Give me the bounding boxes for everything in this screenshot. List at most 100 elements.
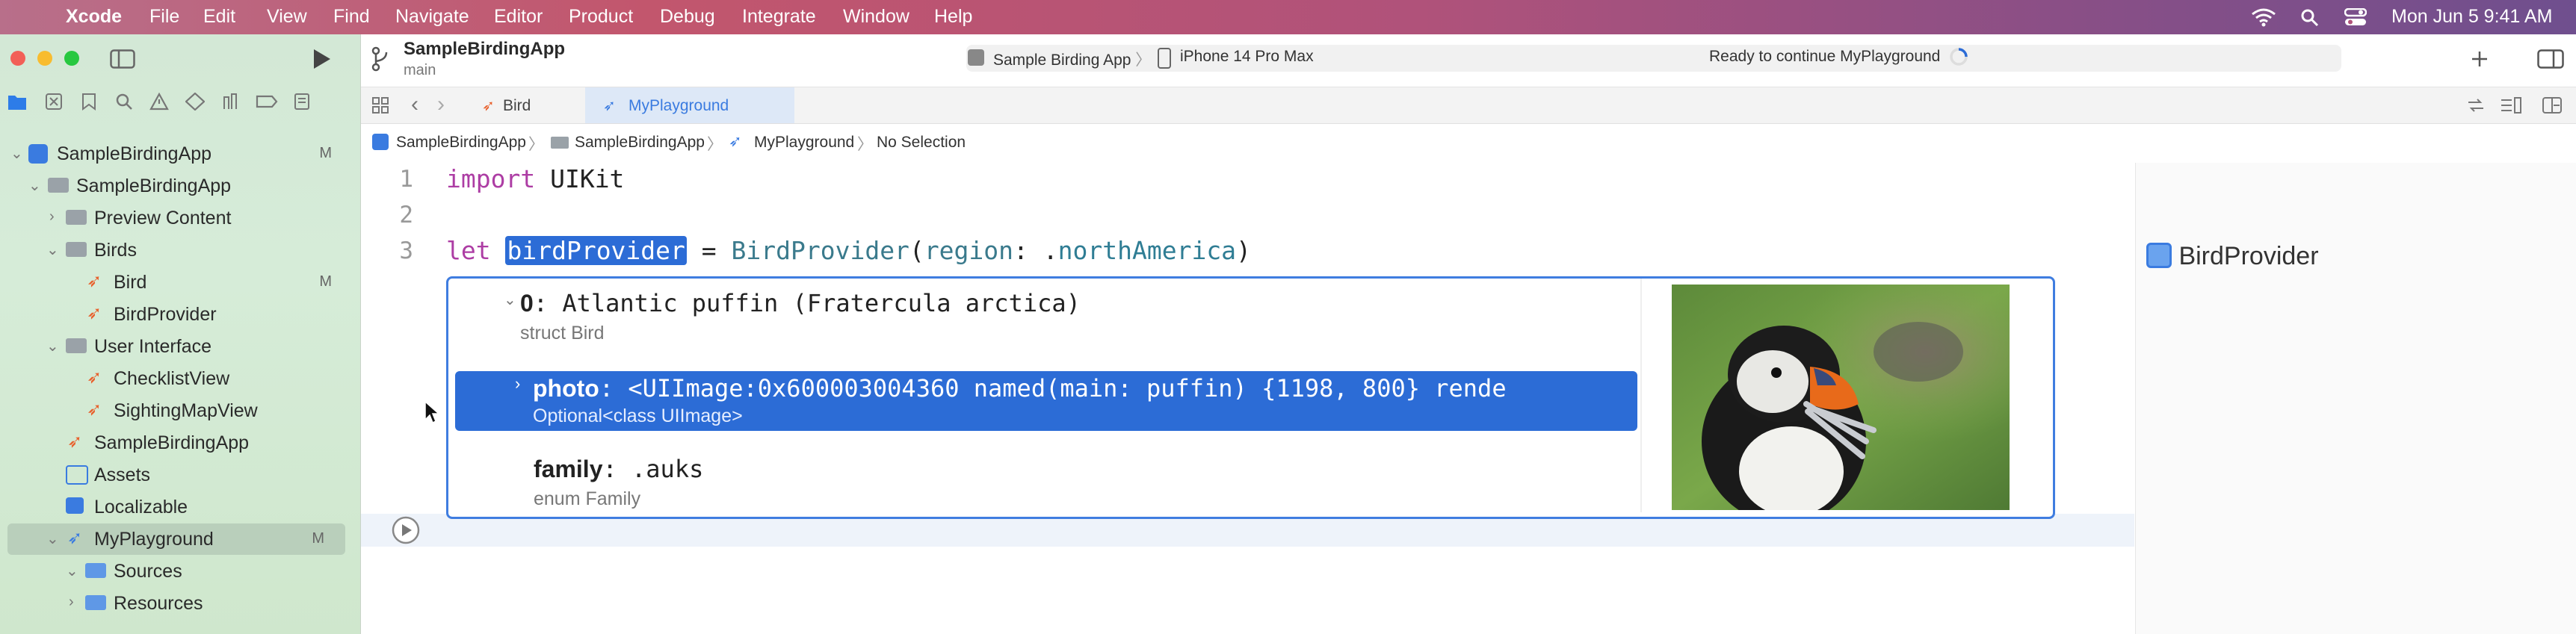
breadcrumb-project[interactable]: SampleBirdingApp: [396, 134, 526, 152]
menu-view[interactable]: View: [267, 6, 307, 28]
chevron-right-icon: 〉: [1135, 52, 1152, 69]
destination-selector[interactable]: iPhone 14 Pro Max: [1180, 48, 1314, 66]
inline-result[interactable]: BirdProvider: [2146, 239, 2319, 271]
result-value: : Atlantic puffin (Fratercula arctica): [533, 289, 1081, 317]
property-type: enum Family: [534, 488, 641, 509]
scheme-selector[interactable]: Sample Birding App 〉: [993, 48, 1151, 70]
menu-integrate[interactable]: Integrate: [742, 6, 816, 28]
chevron-right-icon[interactable]: ›: [69, 594, 74, 611]
zoom-window-button[interactable]: [64, 51, 79, 66]
menu-find[interactable]: Find: [333, 6, 370, 28]
breadcrumb-group[interactable]: SampleBirdingApp: [575, 134, 705, 152]
menu-editor[interactable]: Editor: [494, 6, 543, 28]
navigator-item-group-app[interactable]: ⌄ SampleBirdingApp: [0, 170, 360, 202]
progress-spinner-icon: [1950, 48, 1968, 66]
breakpoint-navigator-icon[interactable]: [256, 93, 278, 111]
result-row-photo[interactable]: › photo: <UIImage:0x600003004360 named(m…: [455, 371, 1637, 431]
menu-edit[interactable]: Edit: [203, 6, 235, 28]
navigator-item-checklistview[interactable]: ➶ ChecklistView: [0, 363, 360, 394]
line-number: 1: [399, 166, 413, 193]
puffin-photo-preview[interactable]: [1672, 285, 2010, 510]
bookmark-navigator-icon[interactable]: [81, 93, 97, 111]
member-token: northAmerica: [1057, 236, 1237, 265]
menu-window[interactable]: Window: [843, 6, 909, 28]
swift-file-icon: ➶: [87, 271, 102, 291]
navigator-item-sources[interactable]: ⌄ Sources: [0, 556, 360, 587]
result-inspector-popover[interactable]: ⌄ 0: Atlantic puffin (Fratercula arctica…: [446, 276, 2055, 519]
xcode-project-icon: [372, 134, 389, 150]
navigator-item-resources[interactable]: › Resources: [0, 588, 360, 619]
swift-file-icon: ➶: [87, 400, 102, 420]
branch-name[interactable]: main: [404, 62, 436, 79]
chevron-down-icon[interactable]: ⌄: [10, 144, 23, 163]
navigator-item-localizable[interactable]: Localizable: [0, 491, 360, 523]
chevron-right-icon[interactable]: ›: [49, 208, 55, 226]
inspector-toggle-icon[interactable]: [2537, 49, 2564, 69]
selected-variable-token[interactable]: birdProvider: [505, 236, 687, 265]
wifi-icon[interactable]: [2251, 7, 2276, 27]
chevron-down-icon[interactable]: ⌄: [504, 290, 516, 309]
navigator-item-samplebirdingapp-file[interactable]: ➶ SampleBirdingApp: [0, 427, 360, 459]
xcode-project-icon: [28, 142, 48, 167]
tab-label: MyPlayground: [628, 97, 729, 114]
forward-arrow-icon[interactable]: ›: [437, 92, 445, 117]
navigator-item-myplayground[interactable]: ⌄ ➶ MyPlayground M: [7, 523, 345, 555]
test-navigator-icon[interactable]: [185, 93, 205, 111]
code-line-1[interactable]: import UIKit: [446, 164, 624, 193]
project-title[interactable]: SampleBirdingApp: [404, 39, 565, 60]
menu-app-name[interactable]: Xcode: [66, 6, 122, 28]
menubar-clock[interactable]: Mon Jun 5 9:41 AM: [2391, 6, 2552, 28]
spotlight-search-icon[interactable]: [2300, 8, 2320, 28]
editor-options-icon[interactable]: [2500, 96, 2522, 114]
sidebar-toggle-icon[interactable]: [110, 49, 135, 69]
line-number: 3: [399, 237, 413, 264]
tab-bird[interactable]: ➶ Bird: [473, 87, 584, 123]
quick-look-icon[interactable]: [2146, 243, 2172, 268]
menu-product[interactable]: Product: [569, 6, 633, 28]
code-review-icon[interactable]: [2467, 98, 2485, 113]
run-button[interactable]: [311, 48, 332, 70]
debug-navigator-icon[interactable]: [221, 93, 241, 111]
chevron-down-icon[interactable]: ⌄: [46, 240, 59, 259]
navigator-item-preview-content[interactable]: › Preview Content: [0, 202, 360, 234]
navigator-item-assets[interactable]: Assets: [0, 459, 360, 491]
line-number: 2: [399, 202, 413, 229]
playground-icon: ➶: [603, 98, 616, 114]
close-window-button[interactable]: [10, 51, 25, 66]
navigator-item-project[interactable]: ⌄ SampleBirdingApp M: [0, 138, 360, 170]
run-line-button[interactable]: [391, 515, 421, 545]
chevron-down-icon[interactable]: ⌄: [46, 529, 59, 548]
menu-debug[interactable]: Debug: [660, 6, 715, 28]
menu-navigate[interactable]: Navigate: [395, 6, 469, 28]
swift-file-icon: ➶: [87, 367, 102, 388]
navigator-item-birds[interactable]: ⌄ Birds: [0, 234, 360, 266]
control-center-icon[interactable]: [2344, 8, 2367, 26]
split-editor-icon[interactable]: [2542, 96, 2563, 114]
chevron-down-icon[interactable]: ⌄: [46, 337, 59, 355]
code-line-3[interactable]: let birdProvider = BirdProvider(region: …: [446, 236, 1251, 265]
back-arrow-icon[interactable]: ‹: [411, 92, 418, 117]
source-control-navigator-icon[interactable]: [45, 93, 63, 111]
property-type: Optional<class UIImage>: [533, 405, 743, 426]
modified-badge: M: [319, 273, 332, 290]
project-navigator-icon[interactable]: [7, 93, 27, 111]
folder-icon: [66, 335, 87, 355]
find-navigator-icon[interactable]: [115, 93, 133, 111]
navigator-item-birdprovider[interactable]: ➶ BirdProvider: [0, 299, 360, 330]
chevron-right-icon[interactable]: ›: [515, 374, 520, 394]
tab-myplayground[interactable]: ➶ MyPlayground: [585, 87, 794, 123]
minimize-window-button[interactable]: [37, 51, 52, 66]
navigator-item-user-interface[interactable]: ⌄ User Interface: [0, 331, 360, 362]
chevron-down-icon[interactable]: ⌄: [28, 176, 41, 195]
breadcrumb-file[interactable]: MyPlayground: [754, 134, 854, 152]
navigator-item-sightingmapview[interactable]: ➶ SightingMapView: [0, 395, 360, 426]
add-library-icon[interactable]: [2470, 49, 2489, 69]
chevron-down-icon[interactable]: ⌄: [66, 562, 78, 580]
menu-help[interactable]: Help: [934, 6, 972, 28]
related-items-icon[interactable]: [371, 96, 389, 114]
navigator-item-bird[interactable]: ➶ Bird M: [0, 267, 360, 298]
breadcrumb-symbol[interactable]: No Selection: [877, 134, 966, 152]
menu-file[interactable]: File: [149, 6, 179, 28]
issue-navigator-icon[interactable]: [149, 93, 169, 111]
report-navigator-icon[interactable]: [293, 93, 311, 111]
